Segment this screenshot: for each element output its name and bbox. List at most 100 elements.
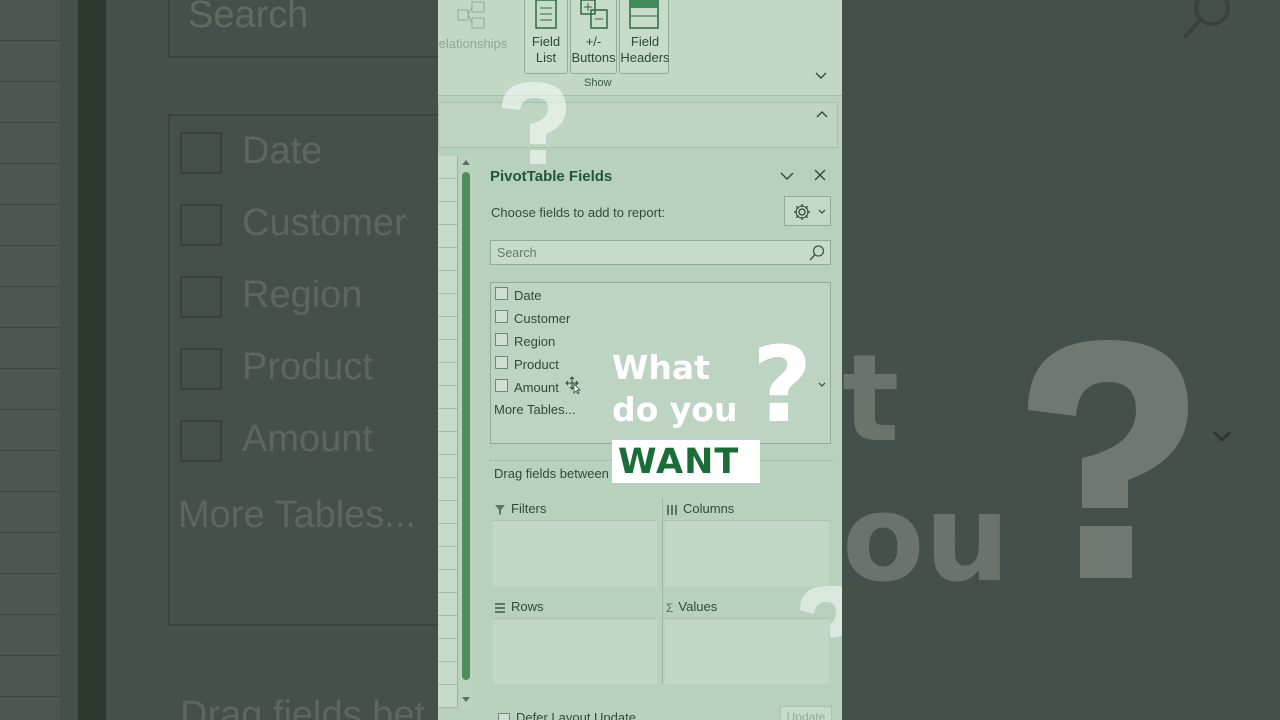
field-headers-button[interactable]: Field Headers <box>619 0 670 74</box>
overlay-question-mark: ? <box>752 324 813 446</box>
rows-label-text: Rows <box>511 599 544 614</box>
field-headers-icon <box>629 0 659 29</box>
show-group-label: Show <box>584 77 612 89</box>
field-item-product[interactable]: Product <box>495 355 559 375</box>
search-icon[interactable] <box>808 244 826 262</box>
drag-fields-instruction: Drag fields between <box>494 466 609 481</box>
chevron-down-icon[interactable] <box>818 382 826 388</box>
background-item-region: Region <box>180 274 362 318</box>
background-drag-text: Drag fields bet <box>180 694 426 720</box>
plus-minus-buttons-button[interactable]: +/- Buttons <box>570 0 617 74</box>
plus-minus-icon <box>579 0 608 29</box>
background-item-customer: Customer <box>180 202 407 246</box>
field-label: Region <box>514 334 556 349</box>
scrollbar-thumb[interactable] <box>462 172 470 680</box>
field-checkbox[interactable] <box>495 287 508 300</box>
field-search-input[interactable] <box>491 241 801 264</box>
overlay-text-do-you: do you <box>612 390 738 429</box>
field-label: Amount <box>514 380 559 395</box>
values-area-label: Σ Values <box>666 599 717 615</box>
columns-label-text: Columns <box>683 501 735 516</box>
columns-area-label: Columns <box>666 501 734 516</box>
field-list-button[interactable]: Field List <box>524 0 568 74</box>
rows-area-label: Rows <box>494 599 544 614</box>
filters-label-text: Filters <box>511 501 547 516</box>
update-button[interactable]: Update <box>780 706 832 720</box>
columns-drop-area[interactable] <box>665 520 829 586</box>
scroll-up-arrow-icon[interactable] <box>461 158 471 166</box>
background-item-label: Date <box>242 130 323 172</box>
sigma-icon: Σ <box>666 600 674 615</box>
field-search-box[interactable] <box>490 240 831 265</box>
background-big-word: ou <box>842 470 1010 609</box>
relationships-button[interactable]: elationships <box>438 0 508 74</box>
faint-question-mark-bottom <box>800 586 842 638</box>
background-search-icon <box>1182 0 1230 40</box>
field-checkbox[interactable] <box>495 310 508 323</box>
background-search-text: Search <box>188 0 309 36</box>
background-checkbox <box>180 131 222 174</box>
defer-label: Defer Layout Update <box>516 710 636 720</box>
gear-icon <box>794 204 810 220</box>
field-headers-label: Field Headers <box>620 34 670 65</box>
field-list-label: Field List <box>531 34 561 65</box>
more-tables-link[interactable]: More Tables... <box>494 402 575 417</box>
pane-options-chevron-icon[interactable] <box>780 170 794 182</box>
defer-checkbox[interactable] <box>498 712 510 720</box>
chevron-down-icon <box>818 209 826 214</box>
tools-button[interactable] <box>784 196 831 226</box>
filters-area-label: Filters <box>494 501 546 516</box>
field-item-region[interactable]: Region <box>495 332 555 352</box>
background-item-product: Product <box>180 346 373 390</box>
field-checkbox[interactable] <box>495 356 508 369</box>
relationships-icon <box>457 1 485 29</box>
field-item-date[interactable]: Date <box>495 286 541 306</box>
background-right: t ou NT <box>842 0 1280 720</box>
background-checkbox <box>180 419 222 462</box>
background-grid <box>0 0 60 720</box>
background-item-amount: Amount <box>180 418 373 462</box>
overlay-text-want: WANT <box>612 440 760 483</box>
defer-layout-update[interactable]: Defer Layout Update <box>498 710 636 720</box>
background-more-tables: More Tables... <box>178 494 416 536</box>
field-label: Date <box>514 288 542 303</box>
overlay-want-label: WANT <box>618 442 740 482</box>
areas-divider <box>662 498 663 684</box>
field-item-amount[interactable]: Amount <box>495 378 559 398</box>
background-checkbox <box>180 347 222 390</box>
close-icon[interactable] <box>814 169 826 181</box>
background-item-date: Date <box>180 130 322 174</box>
background-checkbox <box>180 275 222 318</box>
field-label: Product <box>514 357 559 372</box>
worksheet-edge <box>438 156 458 708</box>
move-cursor-icon <box>565 376 581 394</box>
background-question-mark <box>1028 340 1188 578</box>
plus-minus-label: +/- Buttons <box>571 34 616 65</box>
filters-drop-area[interactable] <box>493 520 657 586</box>
background-strip <box>78 0 106 720</box>
background-item-label: Amount <box>242 418 373 460</box>
overlay-text-what: What <box>612 348 710 387</box>
field-checkbox[interactable] <box>495 379 508 392</box>
video-frame: Search Date Customer Region Product Amou… <box>0 0 1280 720</box>
collapse-chevron-up-icon[interactable] <box>815 109 829 119</box>
rows-icon <box>495 602 505 613</box>
background-item-label: Region <box>242 274 363 316</box>
background-item-label: Product <box>242 346 373 388</box>
rows-drop-area[interactable] <box>493 618 657 684</box>
faint-question-mark-top <box>502 82 566 164</box>
background-checkbox <box>180 203 222 246</box>
background-big-letter: t <box>842 330 900 469</box>
scroll-down-arrow-icon[interactable] <box>461 696 471 704</box>
values-label-text: Values <box>678 599 718 614</box>
relationships-label: elationships <box>438 36 508 51</box>
field-item-customer[interactable]: Customer <box>495 309 570 329</box>
columns-icon <box>667 504 677 515</box>
filter-icon <box>495 504 505 515</box>
ribbon-expand-chevron-icon[interactable] <box>814 70 828 82</box>
pane-title: PivotTable Fields <box>490 168 613 185</box>
background-left: Search Date Customer Region Product Amou… <box>0 0 438 720</box>
field-checkbox[interactable] <box>495 333 508 346</box>
field-label: Customer <box>514 311 571 326</box>
pane-subtitle: Choose fields to add to report: <box>491 205 666 220</box>
